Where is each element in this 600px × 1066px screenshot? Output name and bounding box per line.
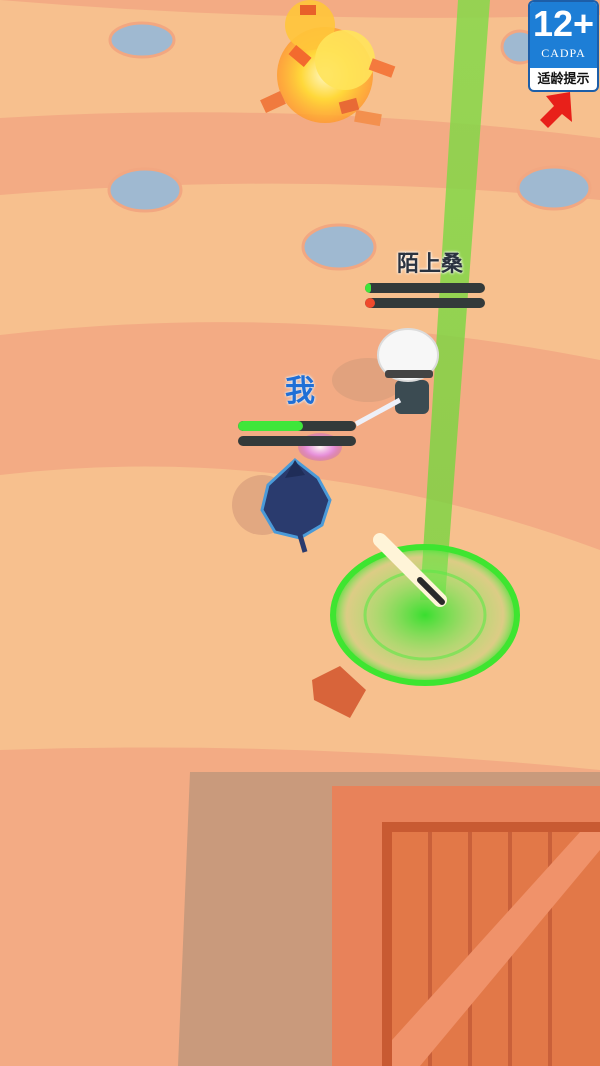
rating-top: 12+ CADPA <box>530 2 597 68</box>
player-name-label: 我 <box>285 374 315 409</box>
enemy-energy-fill <box>365 298 375 308</box>
rating-label: 适龄提示 <box>537 72 590 87</box>
rating-age: 12+ <box>532 3 595 44</box>
spawn-pad <box>108 21 176 59</box>
crate-wall <box>178 772 600 1066</box>
player-energy-bar <box>238 436 356 446</box>
game-scene <box>0 0 600 1066</box>
spawn-pad <box>516 165 592 211</box>
enemy-health-fill <box>365 283 371 293</box>
spawn-pad <box>107 167 183 213</box>
rating-org: CADPA <box>541 46 586 60</box>
age-rating-badge[interactable]: 12+ CADPA 适龄提示 <box>528 0 599 92</box>
player-health-bar <box>238 421 356 431</box>
player-health-fill <box>238 421 303 431</box>
enemy-energy-bar <box>365 298 485 308</box>
enemy-name-label: 陌上桑 <box>396 252 463 277</box>
enemy-health-bar <box>365 283 485 293</box>
impact-ring <box>330 544 520 686</box>
